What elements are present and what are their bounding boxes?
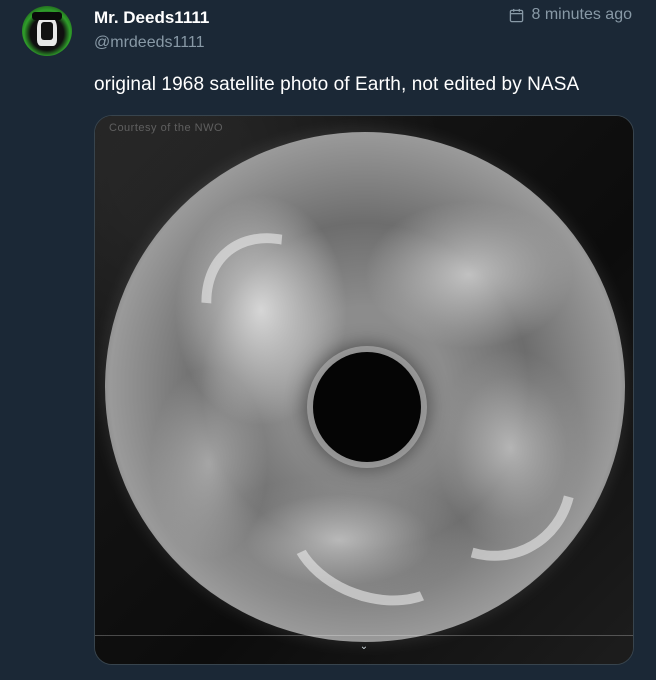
- tweet-media-image[interactable]: Courtesy of the NWO ⌄: [94, 115, 634, 665]
- timestamp[interactable]: 8 minutes ago: [509, 6, 632, 24]
- avatar-hat: [32, 12, 62, 20]
- tweet-card: Mr. Deeds1111 @mrdeeds1111 8 minutes ago…: [0, 0, 656, 680]
- chevron-down-icon[interactable]: ⌄: [359, 642, 369, 652]
- avatar-figure: [37, 16, 57, 46]
- display-name[interactable]: Mr. Deeds1111: [94, 8, 209, 28]
- watermark-text: Courtesy of the NWO: [109, 122, 224, 134]
- user-avatar-icon[interactable]: [22, 6, 72, 56]
- media-divider: [95, 635, 633, 636]
- earth-globe-image: [105, 132, 625, 642]
- tweet-text: original 1968 satellite photo of Earth, …: [94, 74, 580, 95]
- calendar-icon: [510, 8, 524, 22]
- timestamp-text: 8 minutes ago: [531, 6, 632, 23]
- dark-pole-hole: [313, 352, 421, 462]
- user-handle[interactable]: @mrdeeds1111: [94, 34, 205, 52]
